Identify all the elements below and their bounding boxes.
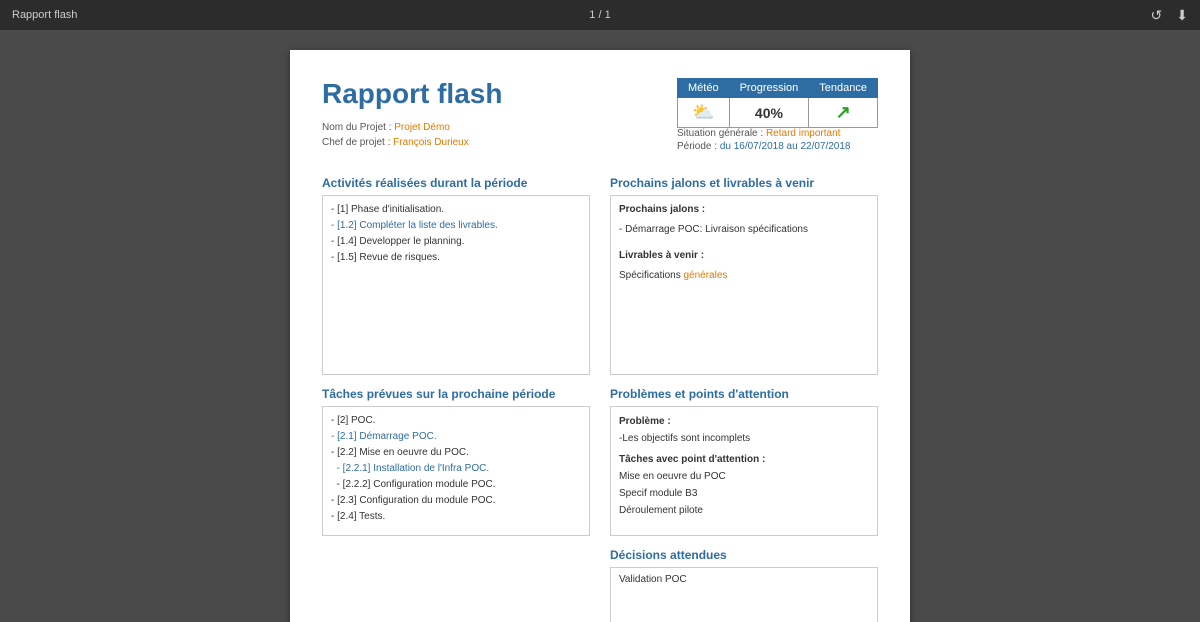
activities-list: - [1] Phase d'initialisation. - [1.2] Co… [331,202,581,266]
periode-info: Période : du 16/07/2018 au 22/07/2018 [677,141,878,152]
task-item-3: - [2.2] Mise en oeuvre du POC. [331,445,581,461]
app-title: Rapport flash [12,9,77,21]
activity-item-4: - [1.5] Revue de risques. [331,250,581,266]
doc-header: Rapport flash Nom du Projet : Projet Dém… [322,78,878,154]
section-jalons-title: Prochains jalons et livrables à venir [610,176,878,190]
status-block: Météo Progression Tendance ⛅ 40% [677,78,878,154]
two-col-layout: Activités réalisées durant la période - … [322,164,878,622]
top-bar: Rapport flash 1 / 1 ↺ ⬇ [0,0,1200,30]
taches-attention-label: Tâches avec point d'attention : [619,451,869,468]
meteo-header: Météo [678,79,730,98]
problems-text: Problème : -Les objectifs sont incomplet… [619,413,869,519]
title-block: Rapport flash Nom du Projet : Projet Dém… [322,78,502,152]
jalons-value: - Démarrage POC: Livraison spécification… [619,222,869,238]
top-bar-actions: ↺ ⬇ [1151,7,1188,24]
task-item-5: - [2.2.2] Configuration module POC. [331,477,581,493]
progression-header: Progression [729,79,809,98]
livrables-text: Spécifications [619,270,681,281]
task-item-1: - [2] POC. [331,413,581,429]
trend-arrow-icon: ↗ [836,102,851,122]
section-problemes-title: Problèmes et points d'attention [610,387,878,401]
activites-box: - [1] Phase d'initialisation. - [1.2] Co… [322,195,590,375]
refresh-icon[interactable]: ↺ [1151,7,1163,24]
activity-item-1: - [1] Phase d'initialisation. [331,202,581,218]
situation-value: Retard important [766,128,840,139]
probleme-value: -Les objectifs sont incomplets [619,430,869,447]
project-label: Nom du Projet : [322,122,391,133]
taches-box: - [2] POC. - [2.1] Démarrage POC. - [2.2… [322,406,590,536]
livrables-item: Spécifications générales [619,268,869,284]
section-taches-title: Tâches prévues sur la prochaine période [322,387,590,401]
task-item-4: - [2.2.1] Installation de l'Infra POC. [331,461,581,477]
download-icon[interactable]: ⬇ [1176,7,1188,24]
periode-value: du 16/07/2018 au 22/07/2018 [720,141,851,152]
decisions-box: Validation POC [610,567,878,622]
livrables-highlight: générales [683,270,727,281]
left-column: Activités réalisées durant la période - … [322,164,590,622]
main-area: Rapport flash Nom du Projet : Projet Dém… [0,30,1200,622]
decisions-text: Validation POC [619,574,869,585]
probleme-label: Problème : [619,416,671,427]
tasks-list: - [2] POC. - [2.1] Démarrage POC. - [2.2… [331,413,581,525]
situation-info: Situation générale : Retard important [677,128,878,139]
tendance-value: ↗ [809,98,878,128]
task-item-7: - [2.4] Tests. [331,509,581,525]
milestones-text: Prochains jalons : - Démarrage POC: Livr… [619,202,869,284]
jalons-box: Prochains jalons : - Démarrage POC: Livr… [610,195,878,375]
tendance-header: Tendance [809,79,878,98]
taches-attention-item-3: Déroulement pilote [619,502,869,519]
task-item-6: - [2.3] Configuration du module POC. [331,493,581,509]
progression-number: 40% [755,105,783,121]
weather-icon: ⛅ [692,102,714,122]
project-value: Projet Démo [394,122,450,133]
chef-label: Chef de projet : [322,137,390,148]
jalons-label: Prochains jalons : [619,202,869,218]
taches-attention-item-1: Mise en oeuvre du POC [619,468,869,485]
activity-item-3: - [1.4] Developper le planning. [331,234,581,250]
project-info-chef: Chef de projet : François Durieux [322,137,502,148]
document: Rapport flash Nom du Projet : Projet Dém… [290,50,910,622]
pagination: 1 / 1 [589,9,610,21]
activity-item-2: - [1.2] Compléter la liste des livrables… [331,218,581,234]
progression-value: 40% [729,98,809,128]
section-activites-title: Activités réalisées durant la période [322,176,590,190]
section-decisions-title: Décisions attendues [610,548,878,562]
status-table: Météo Progression Tendance ⛅ 40% [677,78,878,128]
right-column: Prochains jalons et livrables à venir Pr… [610,164,878,622]
taches-attention-item-2: Specif module B3 [619,485,869,502]
problemes-box: Problème : -Les objectifs sont incomplet… [610,406,878,536]
document-title: Rapport flash [322,78,502,110]
periode-label: Période : [677,141,717,152]
chef-value: François Durieux [393,137,469,148]
situation-label: Situation générale : [677,128,763,139]
project-info-name: Nom du Projet : Projet Démo [322,122,502,133]
meteo-value: ⛅ [678,98,730,128]
livrables-label: Livrables à venir : [619,248,869,264]
task-item-2: - [2.1] Démarrage POC. [331,429,581,445]
